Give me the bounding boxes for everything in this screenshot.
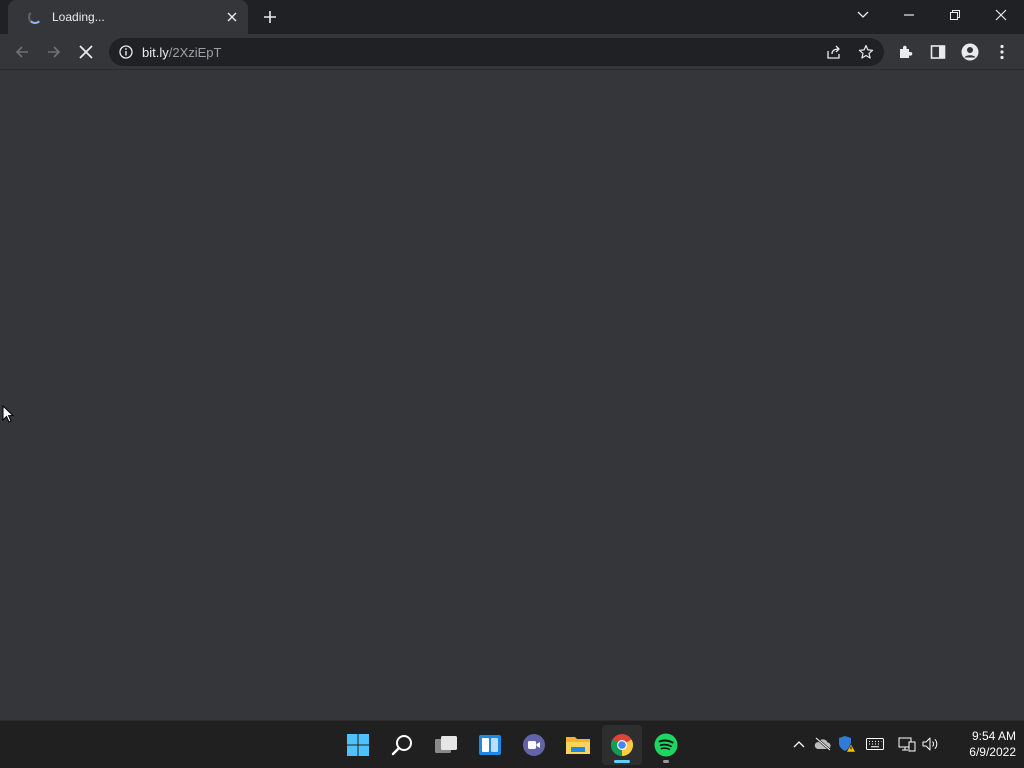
volume-icon: [922, 737, 938, 751]
network-icon: [898, 737, 916, 752]
arrow-right-icon: [48, 46, 61, 58]
close-icon[interactable]: [222, 7, 242, 27]
widgets-icon: [479, 735, 501, 755]
share-button[interactable]: [823, 41, 845, 63]
chevron-up-icon: [793, 741, 805, 748]
onedrive-tray-button[interactable]: [812, 733, 834, 755]
side-panel-icon: [930, 45, 946, 59]
url-host: bit.ly: [142, 45, 169, 60]
running-indicator: [663, 760, 669, 763]
profile-button[interactable]: [956, 38, 984, 66]
info-icon[interactable]: [119, 45, 133, 59]
video-chat-icon: [523, 734, 545, 756]
minimize-icon: [904, 14, 914, 16]
tab-active[interactable]: Loading...: [8, 0, 248, 34]
bookmark-button[interactable]: [855, 41, 877, 63]
taskbar: 9:54 AM 6/9/2022: [0, 720, 1024, 768]
security-tray-button[interactable]: [836, 733, 858, 755]
widgets-button[interactable]: [470, 725, 510, 765]
task-view-icon: [435, 736, 457, 753]
clock-date: 6/9/2022: [969, 745, 1016, 759]
person-icon: [961, 43, 979, 61]
search-button[interactable]: [382, 725, 422, 765]
clock-time: 9:54 AM: [971, 729, 1016, 743]
browser-toolbar: bit.ly/2XziEpT: [0, 34, 1024, 70]
start-button[interactable]: [338, 725, 378, 765]
menu-button[interactable]: [988, 38, 1016, 66]
chat-button[interactable]: [514, 725, 554, 765]
spotify-button[interactable]: [646, 725, 686, 765]
minimize-button[interactable]: [886, 0, 932, 30]
arrow-left-icon: [15, 46, 28, 58]
stop-icon: [79, 45, 93, 59]
windows-logo-icon: [347, 734, 369, 756]
chrome-icon: [611, 734, 633, 756]
page-content[interactable]: [0, 70, 1024, 720]
url-text[interactable]: bit.ly/2XziEpT: [142, 45, 221, 60]
loading-spinner-icon: [28, 10, 42, 24]
file-explorer-button[interactable]: [558, 725, 598, 765]
network-tray-button[interactable]: [896, 733, 918, 755]
folder-icon: [566, 737, 590, 754]
puzzle-icon: [900, 45, 913, 58]
keyboard-icon: [866, 738, 884, 750]
tab-title: Loading...: [52, 10, 105, 24]
new-tab-button[interactable]: [258, 5, 282, 29]
cloud-offline-icon: [814, 737, 831, 751]
taskbar-clock[interactable]: 9:54 AM 6/9/2022: [944, 728, 1016, 760]
url-path: /2XziEpT: [168, 45, 222, 60]
close-icon: [995, 9, 1007, 21]
forward-button[interactable]: [40, 38, 68, 66]
running-indicator: [614, 760, 630, 763]
volume-tray-button[interactable]: [920, 733, 942, 755]
plus-icon: [264, 11, 276, 23]
search-icon: [391, 735, 412, 756]
address-bar[interactable]: bit.ly/2XziEpT: [109, 38, 884, 66]
browser-window: Loading... bit.ly/2XziEpT: [0, 0, 1024, 720]
restore-icon: [950, 10, 960, 20]
touch-keyboard-button[interactable]: [864, 733, 886, 755]
window-close-button[interactable]: [978, 0, 1024, 30]
show-hidden-icons-button[interactable]: [788, 733, 810, 755]
spotify-icon: [654, 733, 678, 757]
side-panel-button[interactable]: [924, 38, 952, 66]
chevron-down-icon: [857, 11, 869, 18]
security-warning-icon: [839, 736, 856, 753]
kebab-menu-icon: [1000, 44, 1004, 60]
star-icon: [858, 44, 874, 59]
chrome-button[interactable]: [602, 725, 642, 765]
task-view-button[interactable]: [426, 725, 466, 765]
tab-search-button[interactable]: [840, 0, 886, 30]
mouse-cursor-icon: [2, 405, 14, 423]
back-button[interactable]: [8, 38, 36, 66]
restore-button[interactable]: [932, 0, 978, 30]
extensions-button[interactable]: [892, 38, 920, 66]
share-icon: [827, 45, 840, 59]
stop-button[interactable]: [72, 38, 100, 66]
tab-strip: Loading...: [0, 0, 1024, 34]
